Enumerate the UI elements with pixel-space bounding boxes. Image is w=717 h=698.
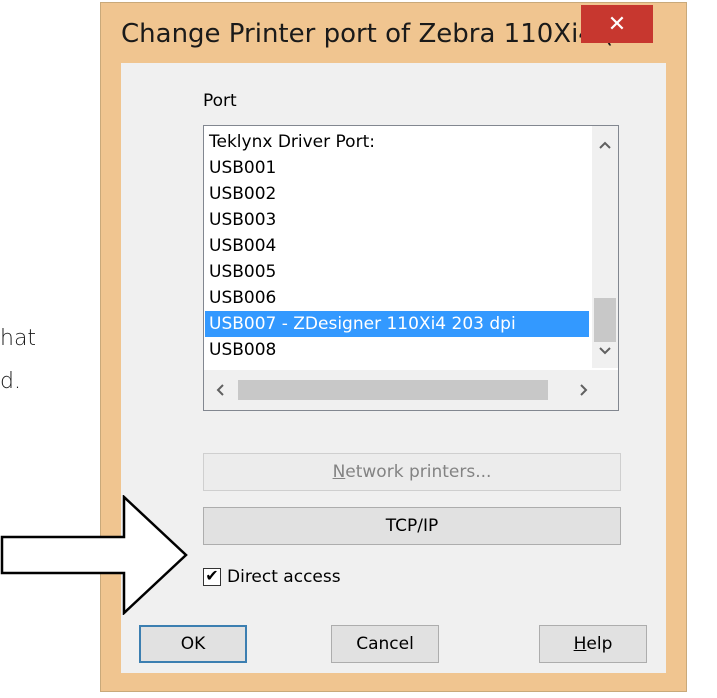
help-button-mnemonic: H [573, 634, 587, 654]
network-button-label: etwork printers... [345, 462, 492, 482]
help-button[interactable]: Help [539, 625, 647, 663]
chevron-left-icon[interactable] [208, 378, 232, 402]
close-button[interactable]: ✕ [581, 5, 653, 43]
port-list: Teklynx Driver Port: USB001 USB002 USB00… [205, 129, 595, 363]
vertical-scrollbar[interactable] [592, 126, 618, 368]
check-icon: ✔ [205, 568, 219, 585]
list-item[interactable]: USB004 [205, 233, 595, 259]
dialog-title: Change Printer port of Zebra 110Xi4 (... [121, 19, 639, 49]
vertical-scroll-thumb[interactable] [594, 298, 616, 342]
list-item[interactable]: USB008 [205, 337, 595, 363]
list-item[interactable]: USB003 [205, 207, 595, 233]
chevron-right-icon[interactable] [572, 378, 596, 402]
background-text-line-1: hat [0, 326, 37, 351]
list-item[interactable]: USB006 [205, 285, 595, 311]
background-text-line-2: d. [0, 369, 21, 394]
help-button-label: elp [586, 634, 613, 654]
annotation-arrow-icon [0, 494, 200, 620]
list-item[interactable]: USB001 [205, 155, 595, 181]
direct-access-row[interactable]: ✔ Direct access [203, 563, 341, 591]
list-item[interactable]: USB002 [205, 181, 595, 207]
title-bar[interactable]: Change Printer port of Zebra 110Xi4 (...… [101, 3, 686, 67]
tcp-ip-button[interactable]: TCP/IP [203, 507, 621, 545]
list-item[interactable]: USB005 [205, 259, 595, 285]
chevron-down-icon[interactable] [592, 338, 618, 364]
close-icon: ✕ [607, 11, 627, 37]
port-listbox[interactable]: Teklynx Driver Port: USB001 USB002 USB00… [203, 125, 619, 411]
horizontal-scrollbar[interactable] [204, 370, 618, 410]
list-item-selected[interactable]: USB007 - ZDesigner 110Xi4 203 dpi [205, 311, 589, 337]
dialog-client-area: Port Teklynx Driver Port: USB001 USB002 … [121, 63, 666, 673]
horizontal-scroll-thumb[interactable] [238, 380, 548, 400]
network-button-mnemonic: N [332, 462, 346, 482]
list-item[interactable]: Teklynx Driver Port: [205, 129, 595, 155]
cancel-button[interactable]: Cancel [331, 625, 439, 663]
port-label: Port [203, 91, 237, 111]
ok-button[interactable]: OK [139, 625, 247, 663]
direct-access-checkbox[interactable]: ✔ [203, 568, 221, 586]
direct-access-label[interactable]: Direct access [227, 567, 341, 587]
network-printers-button[interactable]: Network printers... [203, 453, 621, 491]
chevron-up-icon[interactable] [592, 132, 618, 158]
